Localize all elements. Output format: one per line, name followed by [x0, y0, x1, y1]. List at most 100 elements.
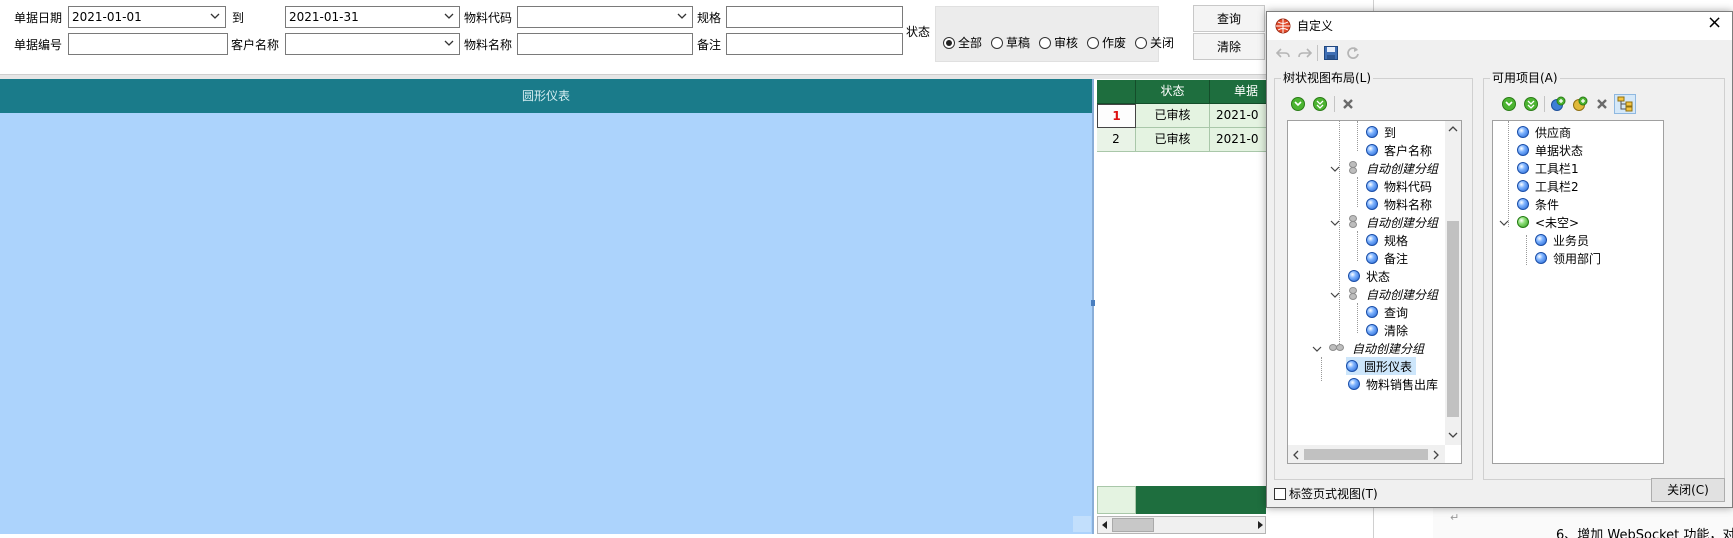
tree-group-node[interactable]: 自动创建分组: [1346, 159, 1438, 177]
chevron-down-icon[interactable]: [1312, 344, 1322, 354]
radio-label: 作废: [1102, 36, 1127, 50]
gauge-panel-title: 圆形仪表: [521, 89, 570, 103]
grid-header-doc[interactable]: 单据: [1210, 80, 1266, 104]
customize-dialog: 自定义 × 树状视图布局(L) 到 客户名称 自动创建分组 物料代码 物料名称 …: [1266, 11, 1733, 508]
undo-icon[interactable]: [1275, 45, 1291, 61]
expand-all-icon[interactable]: [1501, 96, 1517, 112]
grid-header-status[interactable]: 状态: [1136, 80, 1210, 104]
tree-node[interactable]: 物料代码: [1366, 177, 1432, 195]
node-icon: [1517, 144, 1529, 156]
radio-status-void[interactable]: 作废: [1087, 34, 1126, 51]
customer-label: 客户名称: [231, 38, 280, 52]
scroll-left-icon[interactable]: [1292, 450, 1300, 460]
radio-status-approved[interactable]: 审核: [1039, 34, 1078, 51]
material-name-input[interactable]: [517, 33, 693, 55]
radio-status-closed[interactable]: 关闭: [1135, 34, 1174, 51]
available-items-group: 可用项目(A) 供应商 单据状态 工具栏1 工具栏2 条件 <未空> 业务员 领…: [1483, 70, 1725, 480]
collapse-all-icon[interactable]: [1523, 96, 1539, 112]
radio-status-all[interactable]: 全部: [943, 34, 982, 51]
material-code-combo[interactable]: [517, 6, 693, 28]
scroll-thumb[interactable]: [1112, 518, 1154, 532]
close-icon[interactable]: ×: [1707, 14, 1722, 32]
tree-node[interactable]: 业务员: [1535, 231, 1589, 249]
node-label: 物料销售出库: [1366, 377, 1439, 392]
tree-group-node[interactable]: 自动创建分组: [1346, 285, 1438, 303]
reset-icon[interactable]: [1345, 45, 1361, 61]
date-from-combo[interactable]: 2021-01-01: [68, 6, 226, 28]
grid-horizontal-scrollbar[interactable]: [1097, 516, 1266, 534]
clear-button[interactable]: 清除: [1193, 33, 1265, 60]
add-group-icon[interactable]: [1572, 96, 1588, 112]
tree-node[interactable]: 清除: [1366, 321, 1408, 339]
chevron-down-icon[interactable]: [1330, 218, 1340, 228]
tree-node[interactable]: 备注: [1366, 249, 1408, 267]
gauge-panel[interactable]: 圆形仪表: [0, 79, 1094, 534]
tab-view-checkbox[interactable]: 标签页式视图(T): [1274, 485, 1378, 502]
chevron-down-icon: [677, 13, 687, 19]
tree-node-selected[interactable]: 圆形仪表: [1346, 357, 1417, 375]
node-label: 单据状态: [1535, 143, 1584, 158]
doc-no-input[interactable]: [68, 33, 228, 55]
node-icon: [1366, 234, 1378, 246]
tree-node[interactable]: 单据状态: [1517, 141, 1583, 159]
customer-combo[interactable]: [285, 33, 460, 55]
node-icon: [1517, 180, 1529, 192]
date-to-combo[interactable]: 2021-01-31: [285, 6, 460, 28]
tree-group-node[interactable]: <未空>: [1517, 213, 1579, 231]
node-label: 备注: [1384, 251, 1409, 266]
layout-tree[interactable]: 到 客户名称 自动创建分组 物料代码 物料名称 自动创建分组 规格 备注 状态 …: [1287, 120, 1462, 464]
tree-horizontal-scrollbar[interactable]: [1288, 445, 1445, 463]
tree-node[interactable]: 物料销售出库: [1348, 375, 1438, 393]
collapse-all-icon[interactable]: [1312, 96, 1328, 112]
add-item-icon[interactable]: [1550, 96, 1566, 112]
delete-icon[interactable]: [1594, 96, 1610, 112]
dialog-close-button[interactable]: 关闭(C): [1651, 478, 1725, 502]
splitter-handle[interactable]: [1091, 300, 1095, 306]
radio-status-draft[interactable]: 草稿: [991, 34, 1030, 51]
tree-node[interactable]: 条件: [1517, 195, 1559, 213]
spec-input[interactable]: [726, 6, 903, 28]
save-icon[interactable]: [1323, 45, 1339, 61]
node-icon: [1517, 198, 1529, 210]
dialog-toolbar: [1267, 40, 1732, 66]
tree-node[interactable]: 工具栏2: [1517, 177, 1579, 195]
redo-icon[interactable]: [1297, 45, 1313, 61]
grid-footer-row: [1097, 486, 1266, 514]
tree-node[interactable]: 物料名称: [1366, 195, 1432, 213]
chevron-down-icon[interactable]: [1499, 218, 1509, 228]
checkbox-box: [1274, 487, 1286, 500]
row-number: 1: [1097, 104, 1136, 128]
tree-node[interactable]: 工具栏1: [1517, 159, 1579, 177]
grid-corner[interactable]: [1097, 80, 1136, 104]
tree-vertical-scrollbar[interactable]: [1445, 121, 1461, 445]
scroll-right-icon[interactable]: [1255, 520, 1265, 530]
tree-node[interactable]: 状态: [1348, 267, 1390, 285]
node-label: 供应商: [1535, 125, 1572, 140]
available-tree[interactable]: 供应商 单据状态 工具栏1 工具栏2 条件 <未空> 业务员 领用部门: [1492, 120, 1664, 464]
tree-node[interactable]: 到: [1366, 123, 1396, 141]
scroll-right-icon[interactable]: [1432, 450, 1440, 460]
scroll-thumb[interactable]: [1447, 221, 1459, 417]
tree-group-node[interactable]: 自动创建分组: [1346, 213, 1438, 231]
node-label: 规格: [1384, 233, 1409, 248]
scroll-down-icon[interactable]: [1448, 431, 1458, 439]
chevron-down-icon[interactable]: [1330, 164, 1340, 174]
toolbar-separator: [1334, 96, 1335, 112]
delete-icon[interactable]: [1340, 96, 1356, 112]
scroll-up-icon[interactable]: [1448, 125, 1458, 133]
tree-group-node[interactable]: 自动创建分组: [1328, 339, 1424, 357]
expand-all-icon[interactable]: [1290, 96, 1306, 112]
tree-node[interactable]: 查询: [1366, 303, 1408, 321]
tree-node[interactable]: 规格: [1366, 231, 1408, 249]
tree-view-toggle[interactable]: [1614, 94, 1636, 114]
scroll-left-icon[interactable]: [1100, 520, 1110, 530]
scroll-thumb[interactable]: [1304, 449, 1428, 460]
tree-node[interactable]: 客户名称: [1366, 141, 1432, 159]
chevron-down-icon[interactable]: [1330, 290, 1340, 300]
resize-handle[interactable]: [1073, 516, 1091, 532]
tree-node[interactable]: 供应商: [1517, 123, 1571, 141]
query-button[interactable]: 查询: [1193, 5, 1265, 32]
tree-node[interactable]: 领用部门: [1535, 249, 1601, 267]
doc-no-label: 单据编号: [14, 38, 63, 52]
remark-input[interactable]: [726, 33, 903, 55]
